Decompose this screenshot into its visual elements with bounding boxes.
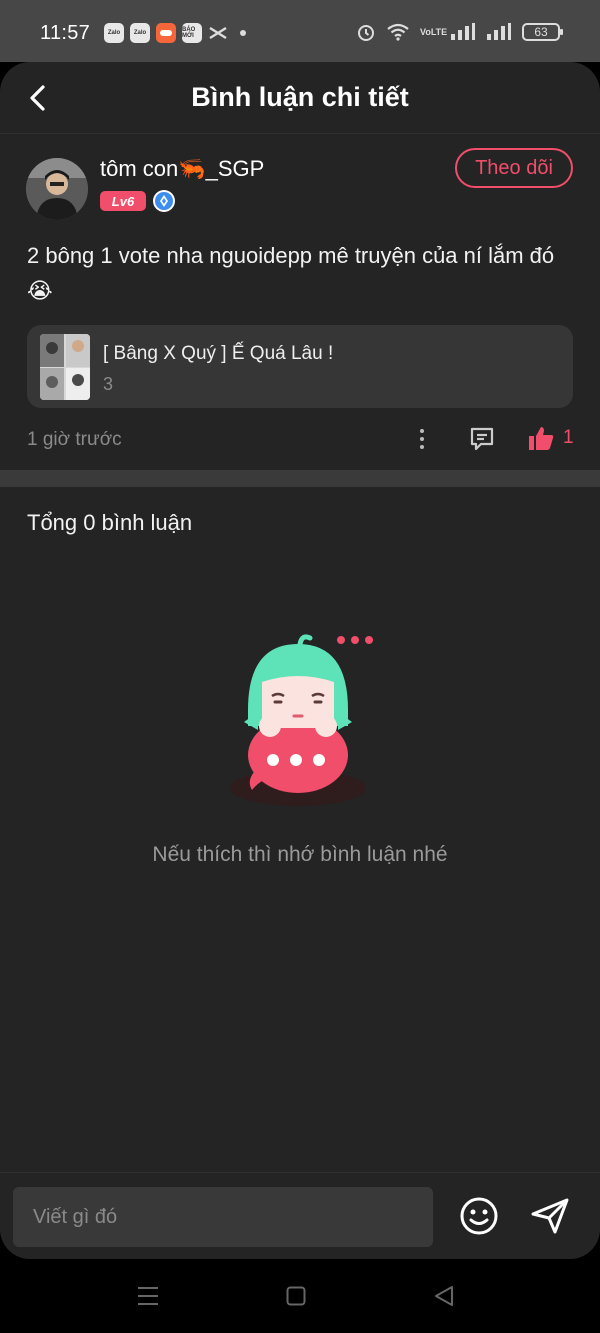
empty-comments-message: Nếu thích thì nhớ bình luận nhé: [152, 843, 448, 866]
comment-icon: [470, 427, 494, 451]
zalo-icon: Zalo: [130, 23, 150, 43]
send-icon: [531, 1198, 569, 1234]
send-button[interactable]: [529, 1196, 571, 1236]
post-timestamp: 1 giờ trước: [27, 429, 122, 450]
page-title: Bình luận chi tiết: [191, 82, 409, 112]
volte-icon: VoLTE: [420, 26, 448, 37]
verified-badge: [153, 190, 175, 212]
linked-story-card[interactable]: [ Bâng X Quý ] Ế Quá Lâu ! 3: [27, 325, 573, 408]
empty-comments-illustration: [228, 630, 388, 820]
level-badge: Lv6: [100, 191, 146, 211]
author-name[interactable]: tôm con🦐_SGP: [100, 156, 264, 182]
story-cover-image: [40, 334, 90, 400]
signal-icon: [451, 23, 475, 40]
comment-button[interactable]: [468, 425, 496, 453]
like-button[interactable]: 1: [527, 424, 574, 452]
thumbs-up-icon: [529, 427, 554, 450]
follow-button[interactable]: Theo dõi: [455, 148, 573, 188]
avatar[interactable]: [26, 158, 88, 220]
signal-icon: [487, 23, 511, 40]
baomoi-icon: BÁO MỚI: [182, 23, 202, 43]
top-bar: Bình luận chi tiết: [0, 62, 600, 134]
system-nav-bar: [0, 1259, 600, 1333]
more-notifications-dot: [240, 30, 246, 36]
wifi-icon: [387, 23, 409, 41]
status-time: 11:57: [40, 22, 91, 44]
story-title: [ Bâng X Quý ] Ế Quá Lâu !: [103, 343, 334, 364]
triangle-back-icon: [435, 1286, 453, 1306]
comment-input[interactable]: [13, 1187, 433, 1247]
recent-apps-button[interactable]: [137, 1286, 159, 1306]
comment-input-bar: [0, 1172, 600, 1259]
emoji-button[interactable]: [459, 1196, 499, 1236]
diamond-icon: [155, 192, 173, 210]
more-dot: [420, 437, 424, 441]
square-icon: [286, 1286, 306, 1306]
like-count: 1: [563, 427, 574, 448]
game-icon: [156, 23, 176, 43]
emoji-icon: [460, 1197, 498, 1235]
system-icons: VoLTE 63: [356, 22, 563, 42]
system-back-button[interactable]: [433, 1285, 455, 1307]
more-options-button[interactable]: [412, 424, 432, 454]
battery-indicator: 63: [522, 23, 563, 41]
status-bar: 11:57 Zalo Zalo BÁO MỚI VoLTE 63: [0, 0, 600, 62]
comments-total: Tổng 0 bình luận: [27, 510, 193, 535]
alarm-icon: [358, 25, 374, 41]
section-divider: [0, 470, 600, 487]
menu-icon: [138, 1287, 158, 1305]
more-dot: [420, 445, 424, 449]
story-chapter-count: 3: [103, 374, 114, 394]
home-button[interactable]: [286, 1286, 306, 1306]
capcut-icon: [208, 23, 228, 43]
zalo-icon: Zalo: [104, 23, 124, 43]
notification-icons: Zalo Zalo BÁO MỚI: [104, 23, 246, 43]
post-text: 2 bông 1 vote nha nguoidepp mê truyện củ…: [27, 243, 555, 303]
more-dot: [420, 429, 424, 433]
post-card: tôm con🦐_SGP Lv6 Theo dõi 2 bông 1 vote …: [0, 134, 600, 470]
app-screen: Bình luận chi tiết tôm con🦐_SGP Lv6 Theo…: [0, 62, 600, 1259]
